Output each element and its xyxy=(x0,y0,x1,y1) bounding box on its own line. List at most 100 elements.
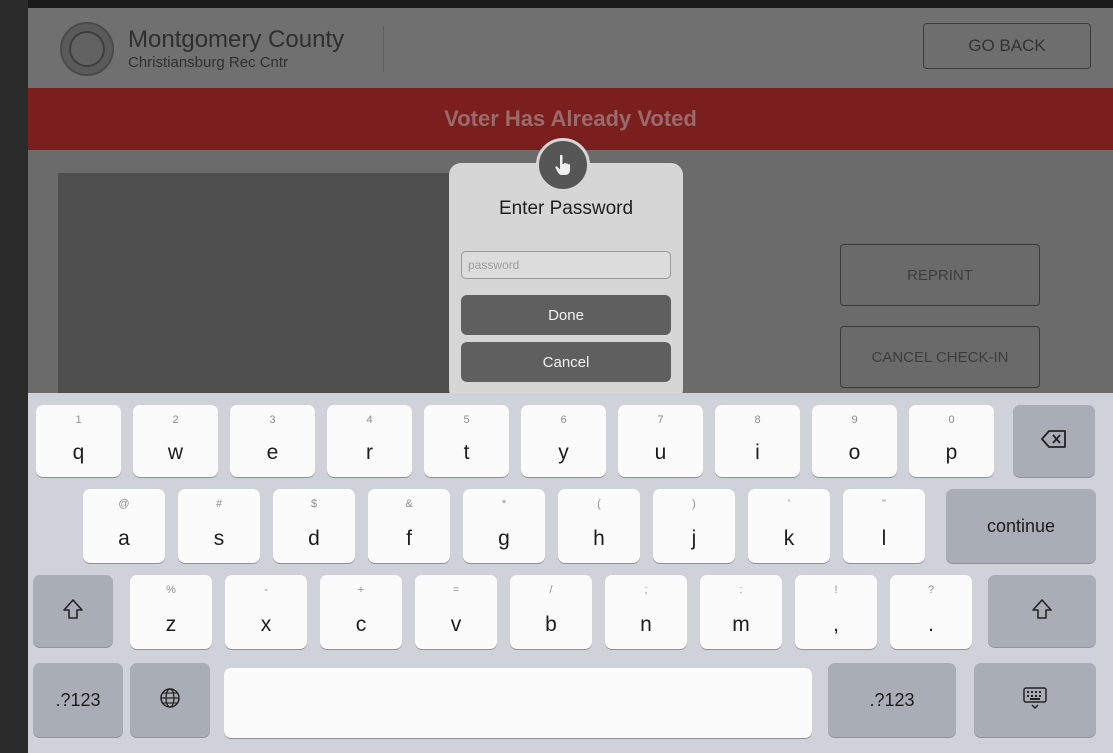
shift-key-left[interactable] xyxy=(33,575,113,647)
key-alt-label: ; xyxy=(644,584,648,596)
continue-key[interactable]: continue xyxy=(946,489,1096,563)
globe-key[interactable] xyxy=(130,663,210,737)
key-main-label: l xyxy=(881,527,887,550)
shift-key-right[interactable] xyxy=(988,575,1096,647)
hide-keyboard-key[interactable] xyxy=(974,663,1096,737)
location-name: Christiansburg Rec Cntr xyxy=(128,54,289,71)
key-h[interactable]: (h xyxy=(558,489,640,563)
key-alt-label: : xyxy=(739,584,743,596)
numbers-key-label: .?123 xyxy=(869,689,915,710)
backspace-key[interactable] xyxy=(1013,405,1095,477)
key-y[interactable]: 6y xyxy=(521,405,606,477)
password-input[interactable] xyxy=(461,251,671,279)
key-main-label: q xyxy=(72,441,85,464)
go-back-button[interactable]: GO BACK xyxy=(923,23,1091,69)
key-main-label: o xyxy=(848,441,861,464)
key-alt-label: / xyxy=(549,584,553,596)
key-alt-label: @ xyxy=(118,498,130,510)
on-screen-keyboard: continue .?123 .?123 1 q 2 w 3 e 4 r 5 t… xyxy=(28,393,1113,753)
key-main-label: y xyxy=(558,441,569,464)
numbers-key-right[interactable]: .?123 xyxy=(828,663,956,737)
key-alt-label: 8 xyxy=(754,414,761,426)
cancel-check-in-button[interactable]: CANCEL CHECK-IN xyxy=(840,326,1040,388)
key-main-label: b xyxy=(545,613,557,636)
key-q[interactable]: 1q xyxy=(36,405,121,477)
key-z[interactable]: % z xyxy=(130,575,212,649)
key-p[interactable]: 0p xyxy=(909,405,994,477)
tablet-bezel xyxy=(0,0,28,753)
key-alt-label: ' xyxy=(787,498,791,510)
key-main-label: . xyxy=(928,613,934,636)
key-alt-label: & xyxy=(405,498,413,510)
key-t[interactable]: 5t xyxy=(424,405,509,477)
key-alt-label: = xyxy=(452,584,460,596)
hand-pointer-icon xyxy=(536,138,590,192)
key-alt-label: - xyxy=(264,584,268,596)
key-m[interactable]: :m xyxy=(700,575,782,649)
key-d[interactable]: $ d xyxy=(273,489,355,563)
key-alt-label: + xyxy=(357,584,365,596)
key-l[interactable]: " l xyxy=(843,489,925,563)
key-n[interactable]: ; n xyxy=(605,575,687,649)
key-alt-label: 9 xyxy=(851,414,858,426)
key-alt-label: 6 xyxy=(560,414,567,426)
key-i[interactable]: 8i xyxy=(715,405,800,477)
key-main-label: k xyxy=(783,527,795,550)
key-x[interactable]: -x xyxy=(225,575,307,649)
key-main-label: i xyxy=(755,441,760,464)
key-f[interactable]: & f xyxy=(368,489,450,563)
reprint-button[interactable]: REPRINT xyxy=(840,244,1040,306)
key-alt-label: ? xyxy=(927,584,935,596)
key-g[interactable]: * g xyxy=(463,489,545,563)
key-e[interactable]: 3e xyxy=(230,405,315,477)
header-divider xyxy=(383,26,384,72)
key-v[interactable]: = v xyxy=(415,575,497,649)
key-main-label: a xyxy=(118,527,130,550)
key-j[interactable]: ) j xyxy=(653,489,735,563)
key-alt-label: 1 xyxy=(75,414,82,426)
key-u[interactable]: 7u xyxy=(618,405,703,477)
key-period[interactable]: ?. xyxy=(890,575,972,649)
key-alt-label: 2 xyxy=(172,414,179,426)
key-main-label: m xyxy=(732,613,750,636)
voter-info-panel xyxy=(58,173,468,398)
backspace-icon xyxy=(1041,429,1067,454)
key-alt-label: ( xyxy=(597,498,601,510)
key-b[interactable]: / b xyxy=(510,575,592,649)
key-alt-label: " xyxy=(882,498,886,510)
county-name: Montgomery County xyxy=(128,26,345,53)
dialog-title: Enter Password xyxy=(498,198,634,219)
key-c[interactable]: + c xyxy=(320,575,402,649)
key-alt-label: 5 xyxy=(463,414,470,426)
cancel-button[interactable]: Cancel xyxy=(461,342,671,382)
key-main-label: v xyxy=(450,613,462,636)
key-main-label: n xyxy=(640,613,652,636)
key-main-label: x xyxy=(260,613,272,636)
key-w[interactable]: 2w xyxy=(133,405,218,477)
county-seal-logo xyxy=(60,22,114,76)
key-o[interactable]: 9o xyxy=(812,405,897,477)
key-r[interactable]: 4r xyxy=(327,405,412,477)
globe-icon xyxy=(159,687,181,714)
key-main-label: c xyxy=(355,613,367,636)
done-button[interactable]: Done xyxy=(461,295,671,335)
key-main-label: g xyxy=(498,527,510,550)
numbers-key-label: .?123 xyxy=(55,689,101,710)
key-main-label: , xyxy=(833,613,839,636)
key-main-label: p xyxy=(945,441,958,464)
key-alt-label: 4 xyxy=(366,414,373,426)
key-main-label: w xyxy=(167,441,184,464)
key-alt-label: $ xyxy=(310,498,318,510)
key-comma[interactable]: !, xyxy=(795,575,877,649)
key-main-label: e xyxy=(266,441,279,464)
key-a[interactable]: @ a xyxy=(83,489,165,563)
key-alt-label: ) xyxy=(692,498,696,510)
key-k[interactable]: ' k xyxy=(748,489,830,563)
key-s[interactable]: # s xyxy=(178,489,260,563)
numbers-key-left[interactable]: .?123 xyxy=(33,663,123,737)
key-main-label: h xyxy=(593,527,605,550)
key-alt-label: % xyxy=(166,584,176,596)
space-bar[interactable] xyxy=(224,668,812,738)
key-main-label: f xyxy=(406,527,412,550)
keyboard-hide-icon xyxy=(1022,686,1048,715)
